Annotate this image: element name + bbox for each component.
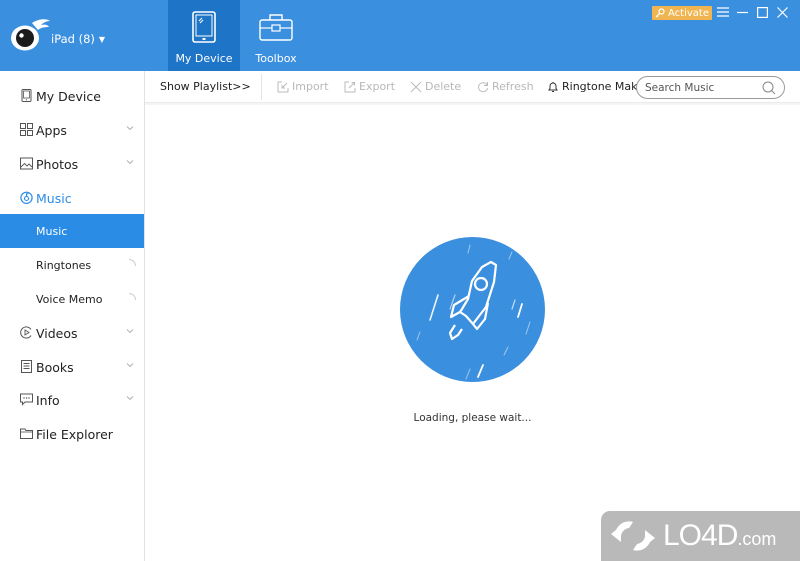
loading-spinner-icon xyxy=(129,259,136,266)
watermark-text: LO4D.com xyxy=(663,519,776,553)
toolbar: Show Playlist>> Import Export Delete Ref… xyxy=(145,71,800,105)
chevron-down-icon xyxy=(126,396,134,401)
sidebar-item-label: Videos xyxy=(36,325,78,341)
loading-spinner-icon xyxy=(129,293,136,300)
sidebar-item-label: Books xyxy=(36,359,74,375)
import-label: Import xyxy=(292,80,329,93)
minimize-icon xyxy=(736,11,748,14)
refresh-icon xyxy=(478,81,488,92)
menu-icon xyxy=(717,7,729,17)
sidebar-item-label: File Explorer xyxy=(36,426,113,442)
sidebar-item-label: Apps xyxy=(36,122,67,138)
sidebar-item-label: Info xyxy=(36,392,60,408)
chevron-down-icon xyxy=(126,363,134,368)
activate-label: Activate xyxy=(668,7,709,19)
minimize-button[interactable] xyxy=(733,3,751,21)
lo4d-logo-icon xyxy=(611,521,655,551)
close-button[interactable] xyxy=(773,3,791,21)
chat-icon xyxy=(20,393,33,406)
ringtone-maker-button[interactable]: Ringtone Maker xyxy=(547,80,648,93)
refresh-button[interactable]: Refresh xyxy=(477,80,534,93)
sidebar-item-books[interactable]: Books xyxy=(0,350,144,384)
device-icon xyxy=(21,89,32,102)
apps-grid-icon xyxy=(20,123,33,136)
sidebar-item-label: Music xyxy=(36,190,72,206)
sidebar-item-label: Ringtones xyxy=(36,258,92,272)
close-icon xyxy=(776,6,788,18)
sidebar-item-label: Music xyxy=(36,224,68,238)
sidebar-item-file-explorer[interactable]: File Explorer xyxy=(0,417,144,451)
sidebar-item-label: Voice Memo xyxy=(36,292,103,306)
maximize-icon xyxy=(756,6,768,18)
sidebar-item-photos[interactable]: Photos xyxy=(0,147,144,181)
chevron-down-icon xyxy=(126,126,134,131)
folder-icon xyxy=(20,428,33,439)
title-bar: iPad (8) ▼ My Device Toolbox Activate xyxy=(0,0,800,71)
loading-animation xyxy=(400,237,545,382)
chevron-down-icon xyxy=(126,329,134,334)
sidebar: My Device Apps Photos Music Music Ringto… xyxy=(0,71,145,561)
tab-toolbox-label: Toolbox xyxy=(255,52,297,65)
import-icon xyxy=(277,81,289,92)
activate-button[interactable]: Activate xyxy=(652,6,712,20)
video-icon xyxy=(20,326,32,339)
sidebar-item-label: Photos xyxy=(36,156,79,172)
export-icon xyxy=(344,81,356,92)
toolbar-divider xyxy=(261,74,262,100)
music-icon xyxy=(20,191,33,204)
tab-my-device[interactable]: My Device xyxy=(168,0,240,71)
watermark-brand: LO4D xyxy=(663,519,738,552)
device-name: iPad (8) xyxy=(51,32,95,46)
app-logo-icon xyxy=(11,19,50,51)
delete-button[interactable]: Delete xyxy=(410,80,461,93)
maximize-button[interactable] xyxy=(753,3,771,21)
sidebar-subitem-ringtones[interactable]: Ringtones xyxy=(0,248,144,282)
search-icon[interactable] xyxy=(762,81,776,95)
search-box[interactable] xyxy=(636,76,785,99)
sidebar-subitem-voice-memo[interactable]: Voice Memo xyxy=(0,282,144,316)
watermark: LO4D.com xyxy=(601,511,800,561)
export-label: Export xyxy=(359,80,396,93)
key-icon xyxy=(655,8,665,18)
chevron-down-icon xyxy=(126,160,134,165)
sidebar-item-music[interactable]: Music xyxy=(0,181,144,215)
import-button[interactable]: Import xyxy=(277,80,329,93)
book-icon xyxy=(21,360,32,373)
caret-down-icon: ▼ xyxy=(98,34,106,44)
sidebar-item-label: My Device xyxy=(36,88,101,104)
sidebar-item-my-device[interactable]: My Device xyxy=(0,79,144,113)
device-selector[interactable]: iPad (8) ▼ xyxy=(51,32,105,46)
watermark-suffix: .com xyxy=(737,529,777,549)
sidebar-subitem-music[interactable]: Music xyxy=(0,214,144,248)
sidebar-item-videos[interactable]: Videos xyxy=(0,316,144,350)
sidebar-item-apps[interactable]: Apps xyxy=(0,113,144,147)
tablet-icon xyxy=(192,11,216,43)
photo-icon xyxy=(20,157,33,170)
export-button[interactable]: Export xyxy=(344,80,395,93)
search-input[interactable] xyxy=(645,80,755,96)
refresh-label: Refresh xyxy=(492,80,534,93)
rocket-icon xyxy=(416,244,531,380)
show-playlist-button[interactable]: Show Playlist>> xyxy=(160,80,251,93)
tab-toolbox[interactable]: Toolbox xyxy=(240,0,312,71)
menu-button[interactable] xyxy=(714,3,732,21)
delete-icon xyxy=(410,81,422,92)
sidebar-item-info[interactable]: Info xyxy=(0,383,144,417)
delete-label: Delete xyxy=(425,80,462,93)
bell-icon xyxy=(548,81,558,92)
loading-text: Loading, please wait... xyxy=(413,412,532,424)
toolbox-icon xyxy=(259,14,293,41)
tab-my-device-label: My Device xyxy=(175,52,233,65)
